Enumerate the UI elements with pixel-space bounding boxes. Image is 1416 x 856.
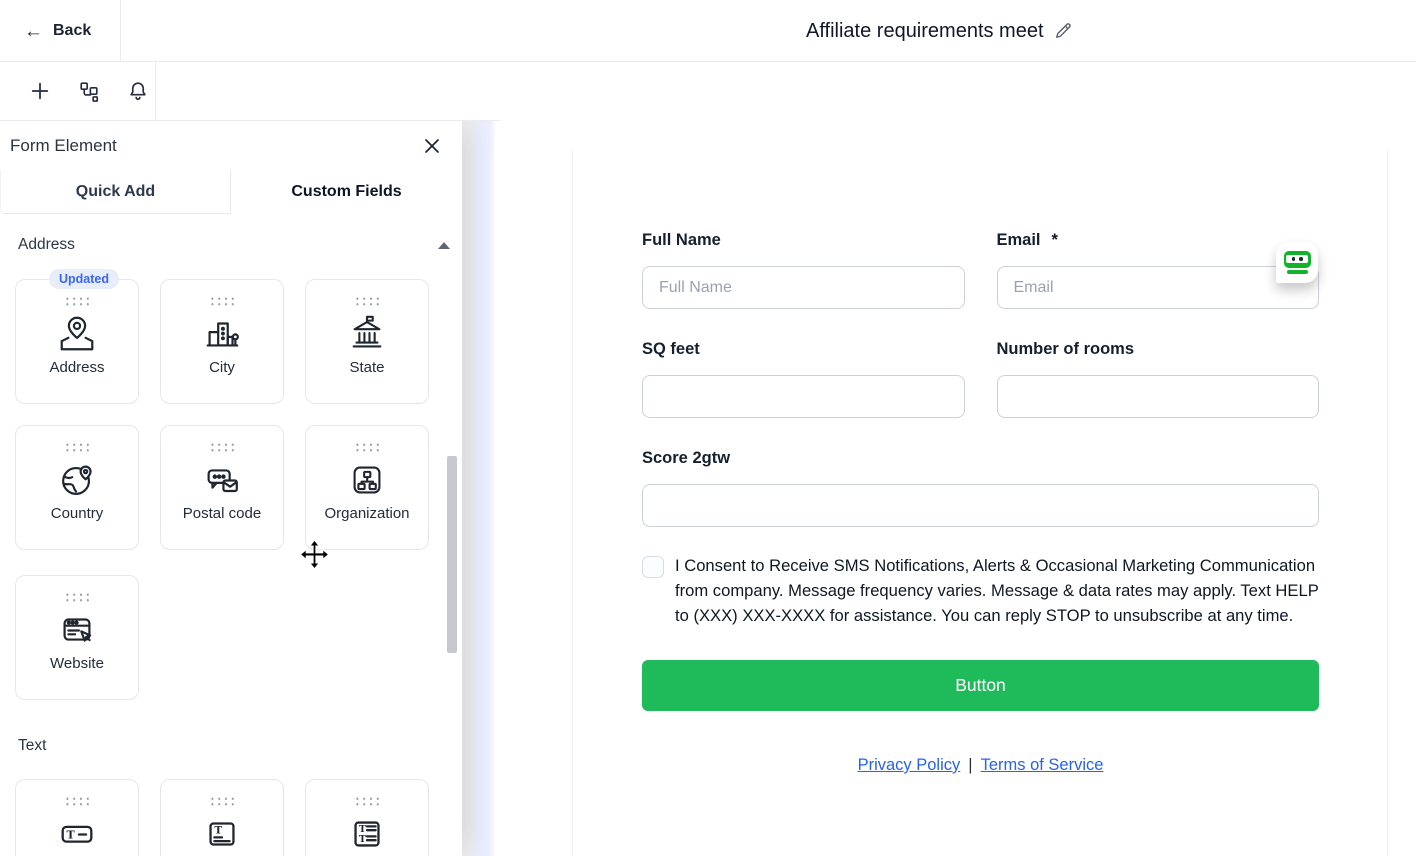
svg-text:T: T bbox=[67, 829, 76, 842]
field-card-country[interactable]: Country bbox=[15, 425, 139, 550]
submit-button[interactable]: Button bbox=[642, 660, 1319, 711]
drag-handle-icon bbox=[209, 296, 235, 306]
sms-consent-text: I Consent to Receive SMS Notifications, … bbox=[675, 553, 1319, 628]
back-button[interactable]: ← Back bbox=[0, 0, 121, 62]
card-label: Website bbox=[50, 655, 104, 672]
message-envelope-icon bbox=[201, 459, 243, 501]
edit-title-pencil-icon[interactable] bbox=[1053, 21, 1073, 41]
field-card-multi-line[interactable]: T bbox=[160, 779, 284, 856]
capitol-icon bbox=[346, 313, 388, 355]
field-card-single-line[interactable]: T bbox=[15, 779, 139, 856]
multi-line-text-icon: T bbox=[201, 813, 243, 855]
full-name-label: Full Name bbox=[642, 231, 965, 251]
drag-handle-icon bbox=[354, 296, 380, 306]
sq-feet-input[interactable] bbox=[642, 375, 965, 418]
link-separator: | bbox=[968, 756, 972, 775]
drag-handle-icon bbox=[354, 796, 380, 806]
address-cards-grid: Updated Address City bbox=[0, 279, 462, 550]
field-card-website[interactable]: Website bbox=[15, 575, 139, 700]
card-label: Address bbox=[49, 359, 104, 376]
privacy-policy-link[interactable]: Privacy Policy bbox=[858, 756, 961, 775]
canvas-surface: Full Name Email * SQ feet Number of rooms… bbox=[494, 121, 1416, 856]
tab-quick-add[interactable]: Quick Add bbox=[0, 170, 231, 214]
text-list-icon: T T bbox=[346, 813, 388, 855]
org-chart-icon bbox=[346, 459, 388, 501]
full-name-input[interactable] bbox=[642, 266, 965, 309]
toolbar-icon-box bbox=[0, 62, 156, 120]
field-card-city[interactable]: City bbox=[160, 279, 284, 404]
footer-links: Privacy Policy | Terms of Service bbox=[642, 756, 1319, 775]
drag-handle-icon bbox=[209, 796, 235, 806]
score-input[interactable] bbox=[642, 484, 1319, 527]
single-line-text-icon: T bbox=[56, 813, 98, 855]
form-element-panel: Form Element Quick Add Custom Fields Add… bbox=[0, 121, 462, 856]
panel-scrollbar-thumb[interactable] bbox=[447, 456, 457, 653]
back-label: Back bbox=[53, 22, 91, 40]
map-pin-icon bbox=[56, 313, 98, 355]
terms-of-service-link[interactable]: Terms of Service bbox=[981, 756, 1104, 775]
field-card-organization[interactable]: Organization bbox=[305, 425, 429, 550]
card-label: Country bbox=[51, 505, 104, 522]
page-title: Affiliate requirements meet bbox=[806, 20, 1044, 43]
field-card-address[interactable]: Updated Address bbox=[15, 279, 139, 404]
sms-consent-checkbox[interactable] bbox=[642, 556, 664, 578]
form-preview-column: Full Name Email * SQ feet Number of rooms… bbox=[572, 149, 1388, 856]
builder-toolbar bbox=[0, 62, 500, 121]
card-label: Organization bbox=[324, 505, 409, 522]
text-cards-grid: T T T T bbox=[0, 779, 462, 856]
top-bar: ← Back Affiliate requirements meet bbox=[0, 0, 1416, 62]
drag-handle-icon bbox=[209, 442, 235, 452]
updated-badge: Updated bbox=[49, 269, 119, 289]
email-label: Email * bbox=[997, 231, 1320, 251]
sq-feet-label: SQ feet bbox=[642, 340, 965, 360]
card-label: Postal code bbox=[183, 505, 261, 522]
form-title-group: Affiliate requirements meet bbox=[806, 0, 1073, 62]
field-card-postal-code[interactable]: Postal code bbox=[160, 425, 284, 550]
drag-handle-icon bbox=[64, 592, 90, 602]
rooms-input[interactable] bbox=[997, 375, 1320, 418]
card-label: State bbox=[349, 359, 384, 376]
workflow-icon[interactable] bbox=[78, 80, 100, 102]
tab-custom-fields[interactable]: Custom Fields bbox=[231, 170, 462, 214]
address-section-header: Address bbox=[18, 236, 450, 254]
panel-title: Form Element bbox=[10, 136, 117, 156]
close-panel-icon[interactable] bbox=[422, 136, 442, 156]
form-canvas: Full Name Email * SQ feet Number of rooms… bbox=[462, 121, 1416, 856]
globe-pin-icon bbox=[56, 459, 98, 501]
back-arrow-icon: ← bbox=[24, 22, 43, 41]
required-asterisk: * bbox=[1052, 231, 1058, 249]
score-label: Score 2gtw bbox=[642, 449, 1319, 469]
drag-handle-icon bbox=[64, 442, 90, 452]
drag-handle-icon bbox=[354, 442, 380, 452]
add-element-icon[interactable] bbox=[29, 80, 51, 102]
drag-handle-icon bbox=[64, 796, 90, 806]
panel-tabs: Quick Add Custom Fields bbox=[0, 170, 462, 214]
bell-icon[interactable] bbox=[127, 80, 149, 102]
rooms-label: Number of rooms bbox=[997, 340, 1320, 360]
field-card-text-list[interactable]: T T bbox=[305, 779, 429, 856]
city-buildings-icon bbox=[201, 313, 243, 355]
email-label-text: Email bbox=[997, 231, 1041, 249]
drag-handle-icon bbox=[64, 296, 90, 306]
text-section-label: Text bbox=[18, 737, 46, 755]
password-manager-extension-bubble[interactable] bbox=[1276, 242, 1318, 283]
robot-face-icon bbox=[1284, 251, 1311, 275]
address-section-label: Address bbox=[18, 236, 75, 254]
collapse-section-icon[interactable] bbox=[438, 242, 450, 249]
text-section-header: Text bbox=[18, 737, 450, 755]
browser-cursor-icon bbox=[56, 609, 98, 651]
card-label: City bbox=[209, 359, 235, 376]
svg-text:T: T bbox=[214, 825, 222, 837]
svg-text:T: T bbox=[359, 834, 366, 845]
address-cards-grid-row3: Website bbox=[0, 575, 462, 700]
email-input[interactable] bbox=[997, 266, 1320, 309]
field-card-state[interactable]: State bbox=[305, 279, 429, 404]
sms-consent-row: I Consent to Receive SMS Notifications, … bbox=[642, 553, 1319, 628]
